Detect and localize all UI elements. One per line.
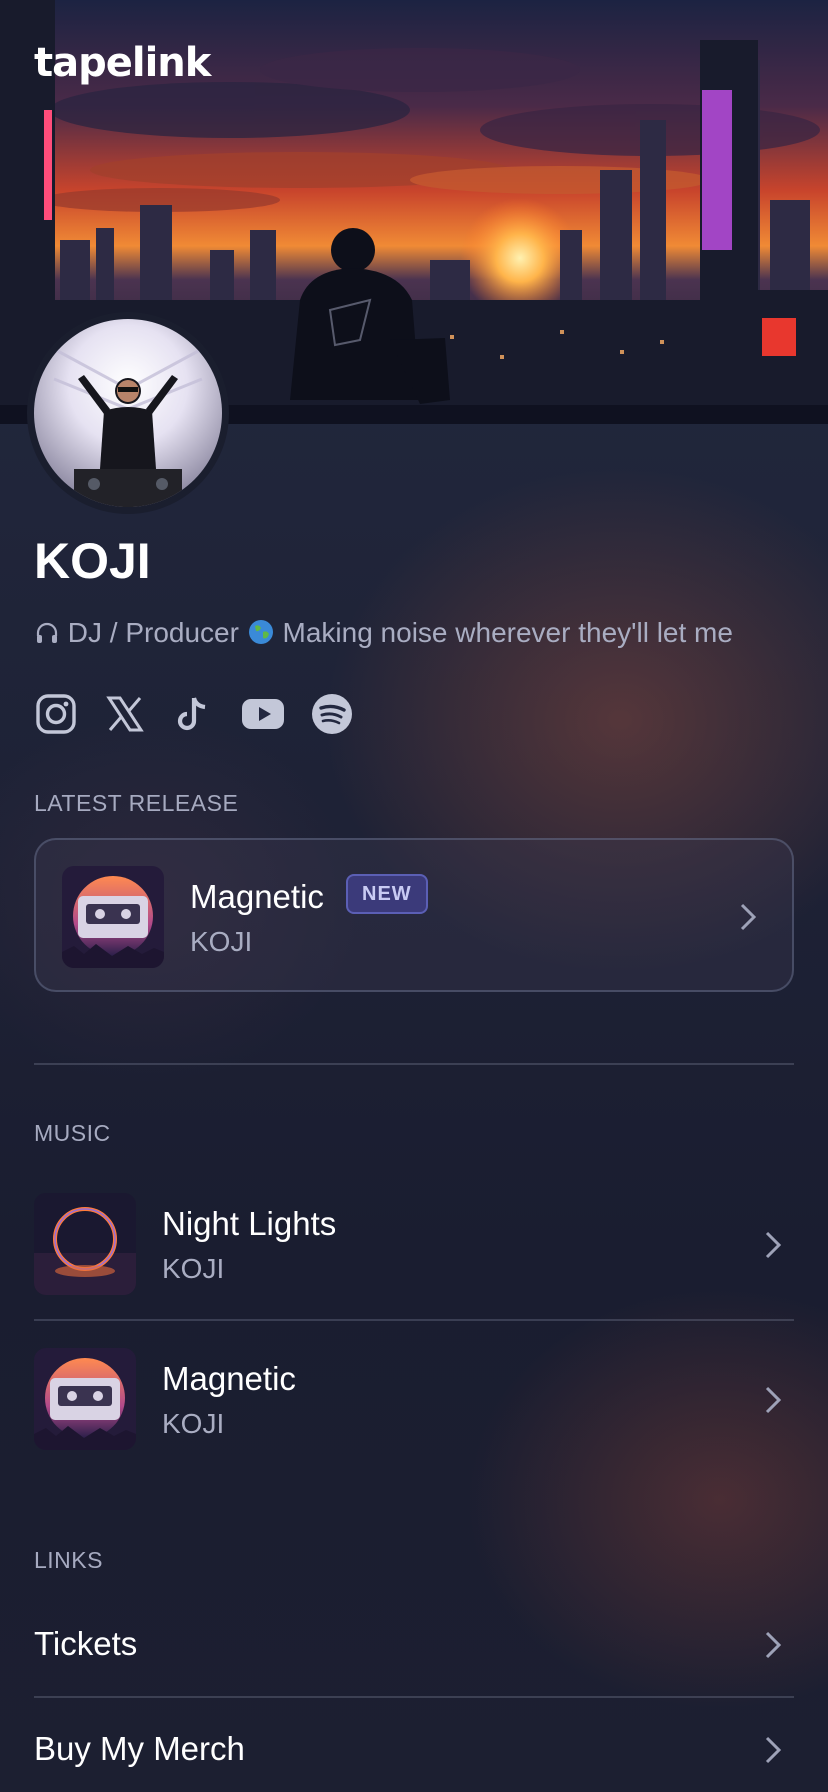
avatar [27,312,229,514]
chevron-right-icon [765,1631,782,1659]
bio-tagline: Making noise wherever they'll let me [282,617,733,648]
chevron-right-icon [740,903,757,931]
release-artwork [62,866,164,968]
profile-name: KOJI [34,533,151,589]
brand-logo[interactable]: tapelink [34,40,211,86]
track-title: Night Lights [162,1205,337,1242]
latest-release-card[interactable]: Magnetic NEW KOJI [34,838,794,992]
chevron-right-icon [765,1736,782,1764]
profile-bio: DJ / Producer Making noise wherever they… [34,617,733,653]
track-artist: KOJI [162,1253,225,1284]
link-merch[interactable]: Buy My Merch [0,1710,828,1790]
link-tickets[interactable]: Tickets [0,1605,828,1685]
row-divider [34,1696,794,1698]
youtube-icon[interactable] [241,692,285,736]
spotify-icon[interactable] [310,692,354,736]
instagram-icon[interactable] [34,692,78,736]
section-divider [34,1063,794,1065]
link-label: Buy My Merch [34,1730,245,1767]
new-badge: NEW [346,874,428,914]
latest-release-heading: LATEST RELEASE [34,790,239,816]
profile-page: tapelink KOJI DJ / Producer Making noise… [0,0,828,1792]
links-heading: LINKS [34,1547,103,1573]
x-icon[interactable] [103,692,147,736]
track-row[interactable]: Night Lights KOJI [0,1175,828,1315]
chevron-right-icon [765,1386,782,1414]
link-label: Tickets [34,1625,138,1662]
bio-role: DJ / Producer [67,617,239,648]
globe-icon [247,618,275,653]
track-title: Magnetic [162,1360,296,1397]
headphones-icon [34,620,60,653]
track-artwork [34,1193,136,1295]
track-artist: KOJI [162,1408,225,1439]
track-artwork [34,1348,136,1450]
dj-photo [34,319,222,507]
tiktok-icon[interactable] [172,692,216,736]
release-title: Magnetic [190,878,324,915]
track-row[interactable]: Magnetic KOJI [0,1330,828,1470]
music-heading: MUSIC [34,1120,111,1146]
chevron-right-icon [765,1231,782,1259]
social-links [34,692,354,736]
release-artist: KOJI [190,926,253,957]
row-divider [34,1319,794,1321]
